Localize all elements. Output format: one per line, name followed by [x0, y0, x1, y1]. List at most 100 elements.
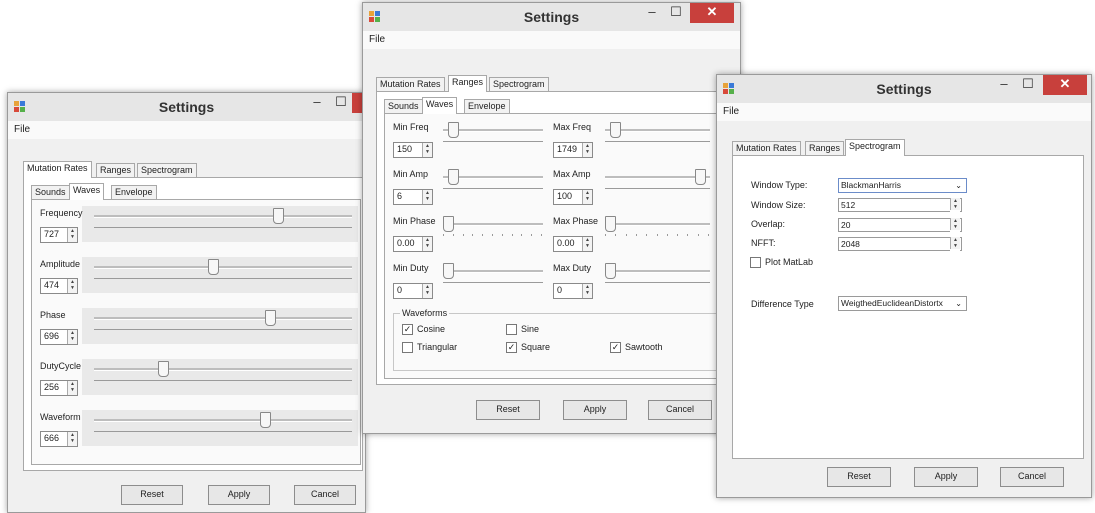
tab-mutation-rates[interactable]: Mutation Rates [376, 77, 445, 91]
spin-arrows-icon[interactable]: ▲ ▼ [67, 330, 77, 344]
close-icon[interactable]: ✕ [1043, 75, 1087, 95]
param-stepper[interactable]: 256 ▲ ▼ [40, 380, 78, 396]
param-slider[interactable] [94, 208, 352, 236]
window-size-stepper[interactable]: ▲ ▼ [950, 198, 960, 212]
tab-spectrogram[interactable]: Spectrogram [137, 163, 197, 177]
subtab-waves[interactable]: Waves [422, 97, 458, 114]
menu-file[interactable]: File [723, 106, 739, 117]
subtab-sounds[interactable]: Sounds [31, 185, 70, 199]
title-bar[interactable]: Settings – ☐ [8, 93, 366, 121]
cancel-button[interactable]: Cancel [648, 400, 712, 420]
max-stepper[interactable]: 0.00 ▲ ▼ [553, 236, 593, 252]
tab-mutation-rates[interactable]: Mutation Rates [732, 141, 801, 155]
min-stepper[interactable]: 0 ▲ ▼ [393, 283, 433, 299]
spin-arrows-icon[interactable]: ▲ ▼ [422, 143, 432, 157]
spin-arrows-icon[interactable]: ▲ ▼ [582, 284, 592, 298]
slider-thumb[interactable] [448, 122, 459, 138]
minimize-icon[interactable]: – [639, 3, 665, 23]
window-size-field[interactable]: 512 [838, 198, 962, 212]
min-slider[interactable] [443, 169, 543, 197]
tab-ranges[interactable]: Ranges [805, 141, 845, 155]
param-slider[interactable] [94, 361, 352, 389]
menu-file[interactable]: File [369, 34, 385, 45]
slider-thumb[interactable] [443, 216, 454, 232]
maximize-icon[interactable]: ☐ [1015, 75, 1041, 95]
spin-arrows-icon[interactable]: ▲ ▼ [67, 228, 77, 242]
title-bar[interactable]: Settings – ☐ ✕ [717, 75, 1091, 103]
cancel-button[interactable]: Cancel [294, 485, 356, 505]
minimize-icon[interactable]: – [991, 75, 1017, 95]
spin-arrows-icon[interactable]: ▲ ▼ [582, 237, 592, 251]
slider-thumb[interactable] [265, 310, 276, 326]
waveform-checkbox[interactable]: ✓ [506, 342, 517, 353]
minimize-icon[interactable]: – [304, 93, 330, 113]
param-stepper[interactable]: 727 ▲ ▼ [40, 227, 78, 243]
spin-arrows-icon[interactable]: ▲ ▼ [67, 432, 77, 446]
param-stepper[interactable]: 474 ▲ ▼ [40, 278, 78, 294]
slider-thumb[interactable] [695, 169, 706, 185]
nfft-stepper[interactable]: ▲ ▼ [950, 237, 960, 251]
tab-ranges[interactable]: Ranges [96, 163, 136, 177]
tab-spectrogram[interactable]: Spectrogram [845, 139, 905, 156]
waveform-checkbox[interactable] [402, 342, 413, 353]
spin-arrows-icon[interactable]: ▲ ▼ [67, 279, 77, 293]
max-stepper[interactable]: 100 ▲ ▼ [553, 189, 593, 205]
reset-button[interactable]: Reset [827, 467, 891, 487]
slider-thumb[interactable] [208, 259, 219, 275]
slider-thumb[interactable] [273, 208, 284, 224]
slider-thumb[interactable] [605, 263, 616, 279]
apply-button[interactable]: Apply [914, 467, 978, 487]
max-slider[interactable] [605, 263, 710, 291]
min-slider[interactable] [443, 122, 543, 150]
window-type-select[interactable]: BlackmanHarris ⌄ [838, 178, 967, 193]
waveform-checkbox[interactable]: ✓ [610, 342, 621, 353]
param-stepper[interactable]: 666 ▲ ▼ [40, 431, 78, 447]
min-stepper[interactable]: 150 ▲ ▼ [393, 142, 433, 158]
spin-arrows-icon[interactable]: ▲ ▼ [582, 143, 592, 157]
param-slider[interactable] [94, 259, 352, 287]
cancel-button[interactable]: Cancel [1000, 467, 1064, 487]
slider-thumb[interactable] [605, 216, 616, 232]
maximize-icon[interactable]: ☐ [328, 93, 354, 113]
subtab-waves[interactable]: Waves [69, 183, 105, 200]
param-slider[interactable] [94, 310, 352, 338]
reset-button[interactable]: Reset [121, 485, 183, 505]
spin-arrows-icon[interactable]: ▲ ▼ [422, 190, 432, 204]
waveform-checkbox[interactable] [506, 324, 517, 335]
spin-arrows-icon[interactable]: ▲ ▼ [422, 284, 432, 298]
apply-button[interactable]: Apply [208, 485, 270, 505]
max-stepper[interactable]: 1749 ▲ ▼ [553, 142, 593, 158]
menu-file[interactable]: File [14, 124, 30, 135]
tab-spectrogram[interactable]: Spectrogram [489, 77, 549, 91]
param-stepper[interactable]: 696 ▲ ▼ [40, 329, 78, 345]
slider-thumb[interactable] [610, 122, 621, 138]
apply-button[interactable]: Apply [563, 400, 627, 420]
spin-arrows-icon[interactable]: ▲ ▼ [422, 237, 432, 251]
spin-arrows-icon[interactable]: ▲ ▼ [582, 190, 592, 204]
plot-matlab-checkbox[interactable] [750, 257, 761, 268]
subtab-sounds[interactable]: Sounds [384, 99, 423, 113]
maximize-icon[interactable]: ☐ [663, 3, 689, 23]
max-slider[interactable] [605, 216, 710, 244]
tab-mutation-rates[interactable]: Mutation Rates [23, 161, 92, 178]
spin-arrows-icon[interactable]: ▲ ▼ [67, 381, 77, 395]
min-stepper[interactable]: 0.00 ▲ ▼ [393, 236, 433, 252]
subtab-envelope[interactable]: Envelope [111, 185, 157, 199]
nfft-field[interactable]: 2048 [838, 237, 962, 251]
max-slider[interactable] [605, 122, 710, 150]
title-bar[interactable]: Settings – ☐ ✕ [363, 3, 740, 31]
slider-thumb[interactable] [158, 361, 169, 377]
min-slider[interactable] [443, 216, 543, 244]
max-stepper[interactable]: 0 ▲ ▼ [553, 283, 593, 299]
difference-type-select[interactable]: WeigthedEuclideanDistortx ⌄ [838, 296, 967, 311]
overlap-field[interactable]: 20 [838, 218, 962, 232]
slider-thumb[interactable] [260, 412, 271, 428]
slider-thumb[interactable] [443, 263, 454, 279]
min-slider[interactable] [443, 263, 543, 291]
min-stepper[interactable]: 6 ▲ ▼ [393, 189, 433, 205]
param-slider[interactable] [94, 412, 352, 440]
slider-thumb[interactable] [448, 169, 459, 185]
subtab-envelope[interactable]: Envelope [464, 99, 510, 113]
reset-button[interactable]: Reset [476, 400, 540, 420]
max-slider[interactable] [605, 169, 710, 197]
